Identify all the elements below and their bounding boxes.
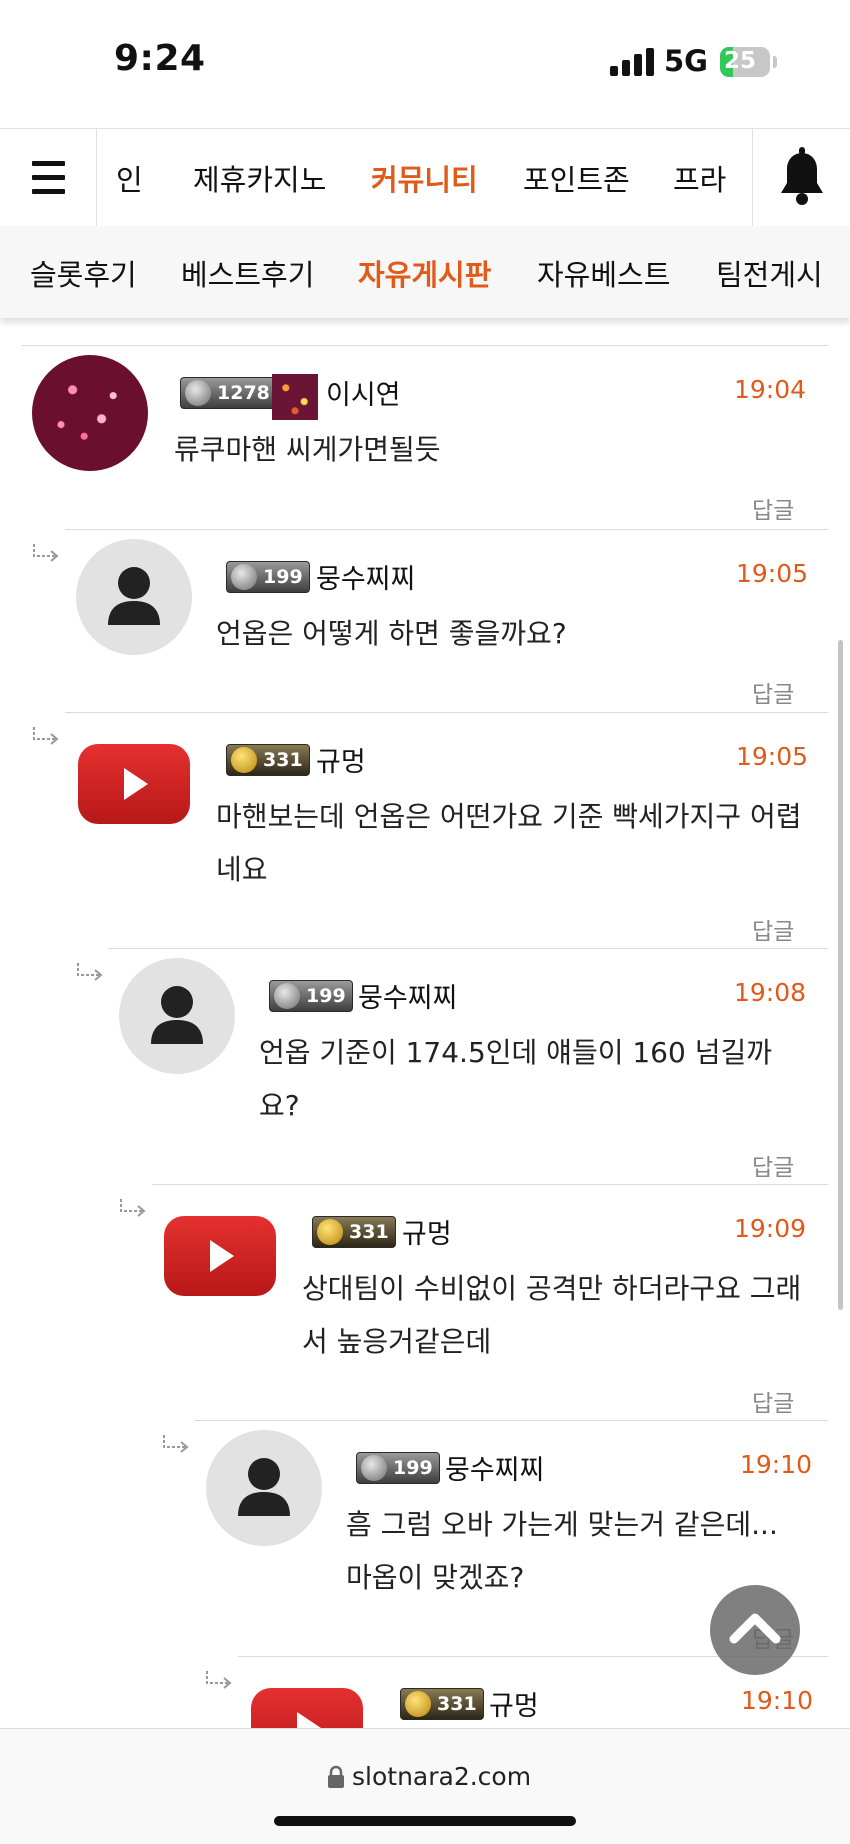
lock-icon	[328, 1765, 344, 1788]
nickname[interactable]: 뭉수찌찌	[316, 557, 415, 596]
youtube-avatar-icon[interactable]	[251, 1688, 363, 1728]
nickname[interactable]: 뭉수찌찌	[445, 1448, 544, 1487]
comment-item: 199 뭉수찌찌 19:08 언옵 기준이 174.5인데 얘들이 160 넘길…	[0, 948, 850, 1181]
subnav-team-board[interactable]: 팀전게시	[716, 252, 823, 294]
reply-arrow-icon	[33, 544, 59, 562]
level-value: 199	[393, 1457, 433, 1479]
comment-time: 19:05	[736, 742, 809, 771]
reply-button[interactable]: 답글	[752, 1148, 794, 1182]
level-value: 199	[263, 566, 303, 588]
reply-arrow-icon	[163, 1435, 189, 1453]
comment-text: 언옵은 어떻게 하면 좋을까요?	[216, 617, 567, 650]
youtube-avatar-icon[interactable]	[78, 744, 190, 824]
comment-time: 19:04	[734, 375, 807, 404]
network-type: 5G	[664, 44, 708, 78]
status-time: 9:24	[114, 38, 206, 79]
comment-item: 331 규멍 19:05 마핸보는데 언옵은 어떤가요 기준 빡세가지구 어렵네…	[0, 712, 850, 945]
avatar[interactable]	[206, 1430, 322, 1546]
signal-icon	[610, 48, 654, 76]
comment-text: 마핸보는데 언옵은 어떤가요 기준 빡세가지구 어렵네요	[216, 800, 802, 886]
home-indicator	[274, 1816, 576, 1826]
sub-nav: 슬롯후기 베스트후기 자유게시판 자유베스트 팀전게시	[0, 226, 850, 318]
comment-time: 19:10	[741, 1686, 814, 1715]
level-badge: 1278	[180, 377, 277, 409]
comment-item: 1278 이시연 19:04 류쿠마핸 씨게가면될듯 답글	[0, 345, 850, 530]
battery-cap	[773, 56, 777, 68]
nav-item-point-zone[interactable]: 포인트존	[523, 157, 630, 199]
subnav-slot-review[interactable]: 슬롯후기	[30, 252, 137, 294]
reply-arrow-icon	[206, 1671, 232, 1689]
level-value: 331	[437, 1693, 477, 1715]
status-bar: 9:24 5G 25	[0, 0, 850, 128]
level-badge: 331	[312, 1216, 396, 1248]
comment-list: 1278 이시연 19:04 류쿠마핸 씨게가면될듯 답글 199 뭉수찌찌 1…	[0, 318, 850, 1728]
battery-icon: 25	[720, 47, 770, 77]
nav-item-pra[interactable]: 프라	[673, 157, 726, 199]
comment-time: 19:05	[736, 559, 809, 588]
comment-text: 류쿠마핸 씨게가면될듯	[174, 433, 441, 466]
comment-text: 상대팀이 수비없이 공격만 하더라구요 그래서 높응거같은데	[302, 1272, 802, 1358]
level-badge: 199	[356, 1452, 440, 1484]
reply-arrow-icon	[77, 963, 103, 981]
nav-item-login[interactable]: 인	[116, 157, 143, 199]
nav-item-community[interactable]: 커뮤니티	[371, 157, 478, 199]
comment-item: 199 뭉수찌찌 19:05 언옵은 어떻게 하면 좋을까요? 답글	[0, 529, 850, 714]
comment-time: 19:08	[734, 978, 807, 1007]
avatar[interactable]	[76, 539, 192, 655]
level-badge: 331	[400, 1688, 484, 1720]
nickname[interactable]: 규멍	[489, 1684, 539, 1723]
level-value: 331	[263, 749, 303, 771]
reply-button[interactable]: 답글	[752, 675, 794, 709]
comment-time: 19:09	[734, 1214, 807, 1243]
reply-button[interactable]: 답글	[752, 1384, 794, 1418]
avatar[interactable]	[32, 355, 148, 471]
subnav-free-board[interactable]: 자유게시판	[358, 252, 491, 294]
reply-button[interactable]: 답글	[752, 912, 794, 946]
level-value: 199	[306, 985, 346, 1007]
comment-text: 언옵 기준이 174.5인데 얘들이 160 넘길까요?	[259, 1036, 772, 1122]
level-badge: 199	[269, 980, 353, 1012]
comment-item: 331 규멍 19:09 상대팀이 수비없이 공격만 하더라구요 그래서 높응거…	[0, 1184, 850, 1417]
level-badge: 199	[226, 561, 310, 593]
menu-icon[interactable]	[0, 129, 97, 227]
reply-button[interactable]: 답글	[752, 491, 794, 525]
subnav-free-best[interactable]: 자유베스트	[537, 252, 670, 294]
nickname[interactable]: 규멍	[316, 740, 366, 779]
avatar[interactable]	[119, 958, 235, 1074]
reply-arrow-icon	[120, 1199, 146, 1217]
browser-bottom-bar: slotnara2.com	[0, 1728, 850, 1844]
comment-time: 19:10	[740, 1450, 813, 1479]
level-value: 1278	[217, 382, 270, 404]
scrollbar[interactable]	[838, 640, 843, 1310]
comment-item: 199 뭉수찌찌 19:10 흠 그럼 오바 가는게 맞는거 같은데... 마옵…	[0, 1420, 850, 1653]
scroll-to-top-button[interactable]	[710, 1585, 800, 1675]
battery-level: 25	[724, 48, 757, 74]
main-nav: 인 제휴카지노 커뮤니티 포인트존 프라	[0, 128, 850, 228]
level-value: 331	[349, 1221, 389, 1243]
bell-icon[interactable]	[752, 129, 850, 227]
chevron-up-icon	[729, 1613, 781, 1644]
nickname[interactable]: 뭉수찌찌	[358, 976, 457, 1015]
youtube-avatar-icon[interactable]	[164, 1216, 276, 1296]
reply-arrow-icon	[33, 727, 59, 745]
level-badge: 331	[226, 744, 310, 776]
nickname[interactable]: 규멍	[402, 1212, 452, 1251]
url-text[interactable]: slotnara2.com	[352, 1762, 531, 1791]
nickname[interactable]: 이시연	[326, 373, 401, 412]
main-nav-scroll[interactable]: 인 제휴카지노 커뮤니티 포인트존 프라	[97, 129, 752, 227]
subnav-best-review[interactable]: 베스트후기	[181, 252, 314, 294]
nav-item-partner-casino[interactable]: 제휴카지노	[193, 157, 326, 199]
user-icon-image	[272, 374, 318, 420]
